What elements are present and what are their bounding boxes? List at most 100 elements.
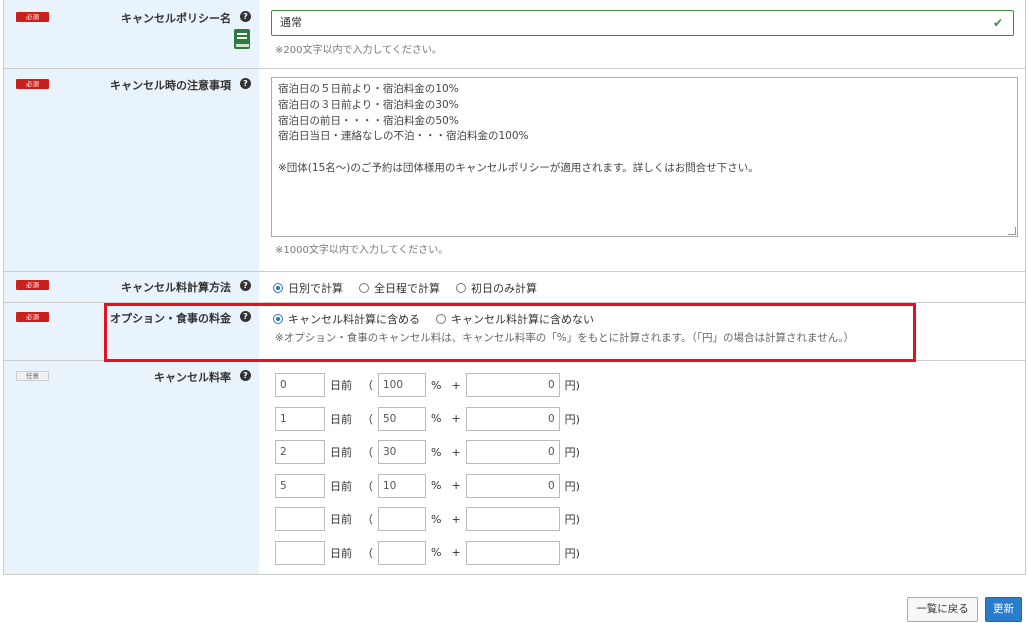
row-option-meal: 必須 オプション・食事の料金 ? キャンセル料計算に含める キャンセル料計算に含…	[4, 303, 1025, 361]
yen-label: 円)	[564, 546, 580, 560]
required-badge: 必須	[16, 79, 49, 89]
radio-button[interactable]	[273, 283, 283, 293]
percent-label: %	[431, 546, 442, 559]
content-cell: 日別で計算 全日程で計算 初日のみ計算	[271, 272, 1025, 302]
label-cancel-rate: キャンセル料率	[154, 371, 231, 384]
radio-label: キャンセル料計算に含める	[288, 313, 420, 326]
percent-label: %	[431, 512, 442, 526]
paren-open: （	[362, 479, 373, 493]
label-option-meal: オプション・食事の料金	[110, 312, 231, 325]
back-to-list-button[interactable]: 一覧に戻る	[907, 597, 978, 622]
cancel-rate-row: 2 日前 （ 30% +0 円)	[275, 440, 585, 464]
required-badge: 必須	[16, 280, 49, 290]
content-cell: 0 日前（100% +0 円) 1 日前（50% +0 円) 2 日前（30% +0 円) 5 日前（10…	[271, 361, 1025, 574]
resize-handle[interactable]	[1008, 227, 1016, 235]
days-before-label: 日前	[330, 412, 352, 426]
radio-button[interactable]	[273, 314, 283, 324]
radio-label: 全日程で計算	[374, 282, 440, 295]
cancel-policy-form: 必須 キャンセルポリシー名 ? 通常 ✔ ※200文字以内で入力してください。 …	[3, 0, 1026, 575]
plus-label: +	[451, 445, 461, 459]
paren-open: （	[362, 379, 373, 392]
radio-label: 日別で計算	[288, 282, 343, 295]
row-calc-method: 必須 キャンセル料計算方法 ? 日別で計算 全日程で計算 初日のみ計算	[4, 272, 1025, 303]
check-icon: ✔	[992, 16, 1003, 30]
days-before-input[interactable]	[275, 507, 325, 531]
update-button[interactable]: 更新	[985, 597, 1022, 622]
plus-label: +	[451, 378, 461, 392]
option-meal-hint: ※オプション・食事のキャンセル料は、キャンセル料率の「%」をもとに計算されます。…	[275, 332, 854, 344]
label-cell: 必須 キャンセル料計算方法 ?	[4, 272, 259, 302]
yen-amount-input[interactable]	[465, 507, 560, 531]
paren-open: （	[362, 412, 373, 426]
optional-badge: 任意	[16, 371, 49, 381]
radio-button[interactable]	[359, 283, 369, 293]
help-icon[interactable]: ?	[240, 311, 251, 322]
radio-option-first-day[interactable]: 初日のみ計算	[456, 280, 537, 296]
notes-line	[278, 145, 1011, 161]
yen-amount-input[interactable]: 0	[465, 373, 560, 397]
paren-open: （	[362, 513, 373, 526]
paren-open: （	[362, 546, 373, 560]
required-badge: 必須	[16, 12, 49, 22]
radio-button[interactable]	[436, 314, 446, 324]
yen-amount-input[interactable]: 0	[465, 440, 560, 464]
notes-line: 宿泊日当日・連絡なしの不泊・・・宿泊料金の100%	[278, 130, 529, 143]
notes-line: 宿泊日の前日・・・・宿泊料金の50%	[278, 114, 459, 127]
radio-button[interactable]	[456, 283, 466, 293]
percent-input[interactable]: 30	[378, 440, 426, 464]
policy-name-hint: ※200文字以内で入力してください。	[275, 45, 442, 56]
help-icon[interactable]: ?	[240, 280, 251, 291]
days-before-input[interactable]: 5	[275, 473, 325, 498]
notes-textarea[interactable]: 宿泊日の５日前より・宿泊料金の10% 宿泊日の３日前より・宿泊料金の30% 宿泊…	[271, 77, 1018, 237]
plus-label: +	[451, 546, 461, 559]
days-before-input[interactable]	[275, 540, 325, 565]
label-policy-name: キャンセルポリシー名	[121, 12, 231, 25]
days-before-label: 日前	[330, 446, 352, 459]
cancel-rate-row: 0 日前 （ 100% +0 円)	[275, 373, 585, 397]
percent-input[interactable]	[378, 507, 426, 531]
yen-amount-input[interactable]: 0	[465, 473, 560, 498]
cancel-rate-row: 日前 （% + 円)	[275, 507, 585, 531]
percent-label: %	[431, 412, 442, 425]
radio-option-all-days[interactable]: 全日程で計算	[359, 280, 440, 296]
percent-input[interactable]	[378, 540, 426, 565]
yen-amount-input[interactable]: 0	[465, 406, 560, 431]
days-before-input[interactable]: 1	[275, 406, 325, 431]
plus-label: +	[451, 412, 461, 425]
label-cell: 必須 キャンセルポリシー名 ?	[4, 0, 259, 68]
yen-amount-input[interactable]	[465, 540, 560, 565]
percent-label: %	[431, 378, 442, 392]
help-icon[interactable]: ?	[240, 370, 251, 381]
content-cell: 宿泊日の５日前より・宿泊料金の10% 宿泊日の３日前より・宿泊料金の30% 宿泊…	[271, 69, 1025, 271]
percent-input[interactable]: 100	[378, 373, 426, 397]
percent-input[interactable]: 50	[378, 406, 426, 431]
content-cell: 通常 ✔ ※200文字以内で入力してください。	[271, 0, 1025, 68]
radio-label: キャンセル料計算に含めない	[451, 313, 594, 326]
percent-input[interactable]: 10	[378, 473, 426, 498]
cancel-rate-row: 5 日前 （ 10% +0 円)	[275, 473, 585, 498]
radio-option-exclude[interactable]: キャンセル料計算に含めない	[436, 311, 594, 327]
days-before-input[interactable]: 2	[275, 440, 325, 464]
notes-line: ※団体(15名～)のご予約は団体様用のキャンセルポリシーが適用されます。詳しくは…	[278, 161, 759, 174]
notes-line: 宿泊日の３日前より・宿泊料金の30%	[278, 98, 459, 111]
radio-option-include[interactable]: キャンセル料計算に含める	[273, 311, 420, 327]
policy-name-input[interactable]: 通常 ✔	[271, 10, 1014, 36]
help-icon[interactable]: ?	[240, 78, 251, 89]
radio-option-daily[interactable]: 日別で計算	[273, 280, 343, 296]
days-before-input[interactable]: 0	[275, 373, 325, 397]
help-icon[interactable]: ?	[240, 11, 251, 22]
book-icon[interactable]	[233, 29, 251, 49]
label-cell: 任意 キャンセル料率 ?	[4, 361, 259, 574]
label-cell: 必須 キャンセル時の注意事項 ?	[4, 69, 259, 271]
label-notes: キャンセル時の注意事項	[110, 79, 231, 92]
paren-open: （	[362, 446, 373, 459]
row-cancel-rate: 任意 キャンセル料率 ? 0 日前（100% +0 円) 1 日前（50% +0 円) 2 日前（…	[4, 361, 1025, 574]
percent-label: %	[431, 445, 442, 459]
percent-label: %	[431, 479, 442, 492]
plus-label: +	[451, 479, 461, 492]
yen-label: 円)	[564, 379, 580, 392]
notes-line: 宿泊日の５日前より・宿泊料金の10%	[278, 83, 459, 95]
content-cell: キャンセル料計算に含める キャンセル料計算に含めない ※オプション・食事のキャン…	[271, 303, 1025, 360]
label-cell: 必須 オプション・食事の料金 ?	[4, 303, 259, 360]
cancel-rate-row: 1 日前 （ 50% +0 円)	[275, 406, 585, 431]
